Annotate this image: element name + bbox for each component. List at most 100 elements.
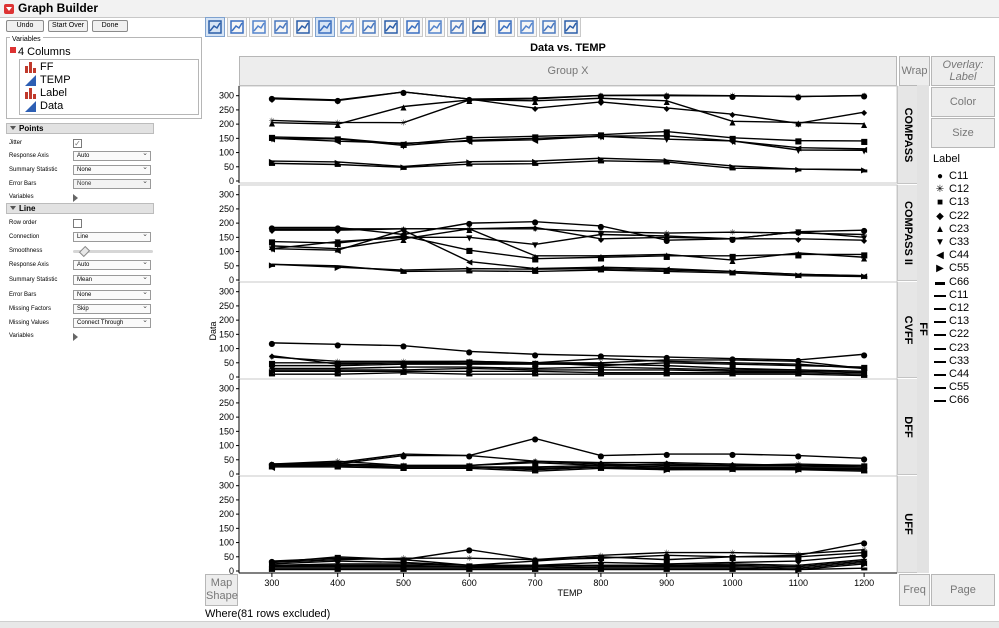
pie-icon[interactable] — [447, 17, 467, 37]
line-response-axis-select[interactable]: Auto — [73, 259, 151, 270]
jitter-checkbox[interactable]: ✓ — [73, 139, 82, 148]
overlay-drop-zone[interactable]: Overlay: Label — [931, 56, 995, 86]
legend-line-item[interactable]: C66 — [934, 394, 969, 407]
y-tick-label: 100 — [219, 344, 234, 354]
x-axis-label[interactable]: TEMP — [540, 588, 600, 598]
missing-factors-select[interactable]: Skip — [73, 303, 151, 314]
ellipse-icon[interactable] — [271, 17, 291, 37]
contour-icon[interactable] — [293, 17, 313, 37]
group-y-variable-band[interactable]: FF — [917, 85, 929, 573]
data-point: ◆ — [729, 558, 736, 567]
points-error-bars-select[interactable]: None — [73, 178, 151, 189]
wrap-drop-zone[interactable]: Wrap — [899, 56, 930, 86]
line-error-bars-select[interactable]: None — [73, 289, 151, 300]
freq-drop-zone[interactable]: Freq — [899, 574, 930, 606]
smoothness-slider[interactable] — [73, 245, 153, 258]
points-summary-statistic-select[interactable]: None — [73, 164, 151, 175]
points-section-header[interactable]: Points — [6, 123, 154, 134]
page-drop-zone[interactable]: Page — [931, 574, 995, 606]
legend-marker-item[interactable]: ✳ C12 — [934, 183, 969, 196]
legend-line-item[interactable]: C22 — [934, 328, 969, 341]
bar-icon[interactable] — [337, 17, 357, 37]
column-item-data[interactable]: Data — [24, 100, 63, 113]
data-point: ■ — [268, 133, 276, 142]
start-over-button[interactable]: Start Over — [48, 20, 88, 32]
disclosure-arrow-icon[interactable] — [73, 333, 78, 341]
y-tick-label: 150 — [219, 329, 234, 339]
legend-line-item[interactable]: C55 — [934, 381, 969, 394]
y-tick-label: 50 — [224, 261, 234, 271]
histogram-icon[interactable] — [403, 17, 423, 37]
disclosure-arrow-icon[interactable] — [73, 194, 78, 202]
legend-line-item[interactable]: C12 — [934, 302, 969, 315]
data-point: ● — [532, 350, 539, 359]
column-item-temp[interactable]: TEMP — [24, 74, 71, 87]
series-line — [271, 91, 865, 101]
size-drop-zone[interactable]: Size — [931, 118, 995, 148]
legend-marker-item[interactable]: ▶ C55 — [934, 262, 969, 275]
heatmap-icon[interactable] — [425, 17, 445, 37]
color-drop-zone[interactable]: Color — [931, 87, 995, 117]
group-y-panel-cvff[interactable]: CVFF — [897, 282, 917, 378]
line-summary-statistic-select[interactable]: Mean — [73, 274, 151, 285]
slider-thumb[interactable] — [78, 245, 91, 258]
undo-button[interactable]: Undo — [6, 20, 44, 32]
smoother-icon[interactable] — [227, 17, 247, 37]
y-axis-label[interactable]: Data — [208, 317, 218, 345]
group-y-panel-compass[interactable]: COMPASS — [897, 86, 917, 184]
legend-line-item[interactable]: C23 — [934, 342, 969, 355]
legend-marker-item[interactable]: ◀ C44 — [934, 249, 969, 262]
panel-label: COMPASS II — [901, 200, 914, 265]
group-y-panel-dff[interactable]: DFF — [897, 379, 917, 475]
data-point: ● — [532, 434, 539, 443]
row-order-checkbox[interactable] — [73, 219, 82, 228]
group-y-panel-uff[interactable]: UFF — [897, 476, 917, 573]
data-point: ▶ — [795, 466, 802, 475]
points-icon[interactable] — [205, 17, 225, 37]
legend-marker-item[interactable]: ● C11 — [934, 170, 968, 183]
columns-header[interactable]: 4 Columns — [10, 46, 71, 58]
caption-box-icon[interactable] — [517, 17, 537, 37]
mosaic-icon[interactable] — [495, 17, 515, 37]
map-shape-drop-zone[interactable]: Map Shape — [205, 574, 238, 606]
points-response-axis-select[interactable]: Auto — [73, 150, 151, 161]
missing-values-select[interactable]: Connect Through — [73, 317, 151, 328]
series-line — [271, 541, 865, 562]
done-button[interactable]: Done — [92, 20, 128, 32]
legend-marker-item[interactable]: ▼ C33 — [934, 236, 969, 249]
data-point: ◀ — [400, 226, 407, 235]
line-section-header[interactable]: Line — [6, 203, 154, 214]
legend-marker-item[interactable]: ■ C13 — [934, 196, 969, 209]
data-point: ▶ — [598, 154, 605, 163]
red-triangle-menu-icon[interactable] — [4, 4, 14, 14]
legend-marker-item[interactable]: ▲ C23 — [934, 223, 969, 236]
data-point: ▲ — [664, 561, 671, 570]
legend-line-item[interactable]: C44 — [934, 368, 969, 381]
line-of-fit-icon[interactable] — [249, 17, 269, 37]
formula-icon[interactable] — [539, 17, 559, 37]
data-point: ▲ — [729, 463, 736, 472]
y-tick-label: 100 — [219, 441, 234, 451]
line-icon[interactable] — [315, 17, 335, 37]
legend-line-item[interactable]: C33 — [934, 355, 969, 368]
red-triangle-menu-icon[interactable] — [10, 47, 16, 53]
data-point: ▬ — [860, 166, 868, 175]
group-x-drop-zone[interactable]: Group X — [239, 56, 897, 86]
legend-marker-item[interactable]: ◆ C22 — [934, 210, 969, 223]
legend-marker-item[interactable]: ▬ C66 — [934, 276, 969, 289]
box-plot-icon[interactable] — [381, 17, 401, 37]
group-y-panel-compass-ii[interactable]: COMPASS II — [897, 185, 917, 281]
area-icon[interactable] — [359, 17, 379, 37]
column-item-label[interactable]: Label — [24, 87, 67, 100]
title-bar: Graph Builder — [0, 0, 999, 18]
data-point: ✳ — [795, 550, 802, 559]
column-item-ff[interactable]: FF — [24, 61, 53, 74]
data-point: ▶ — [664, 564, 671, 573]
legend-label: C22 — [949, 328, 970, 341]
map-shapes-icon[interactable] — [561, 17, 581, 37]
legend-line-item[interactable]: C11 — [934, 289, 968, 302]
treemap-icon[interactable] — [469, 17, 489, 37]
data-point: ■ — [268, 461, 276, 470]
legend-line-item[interactable]: C13 — [934, 315, 969, 328]
connection-select[interactable]: Line — [73, 231, 151, 242]
